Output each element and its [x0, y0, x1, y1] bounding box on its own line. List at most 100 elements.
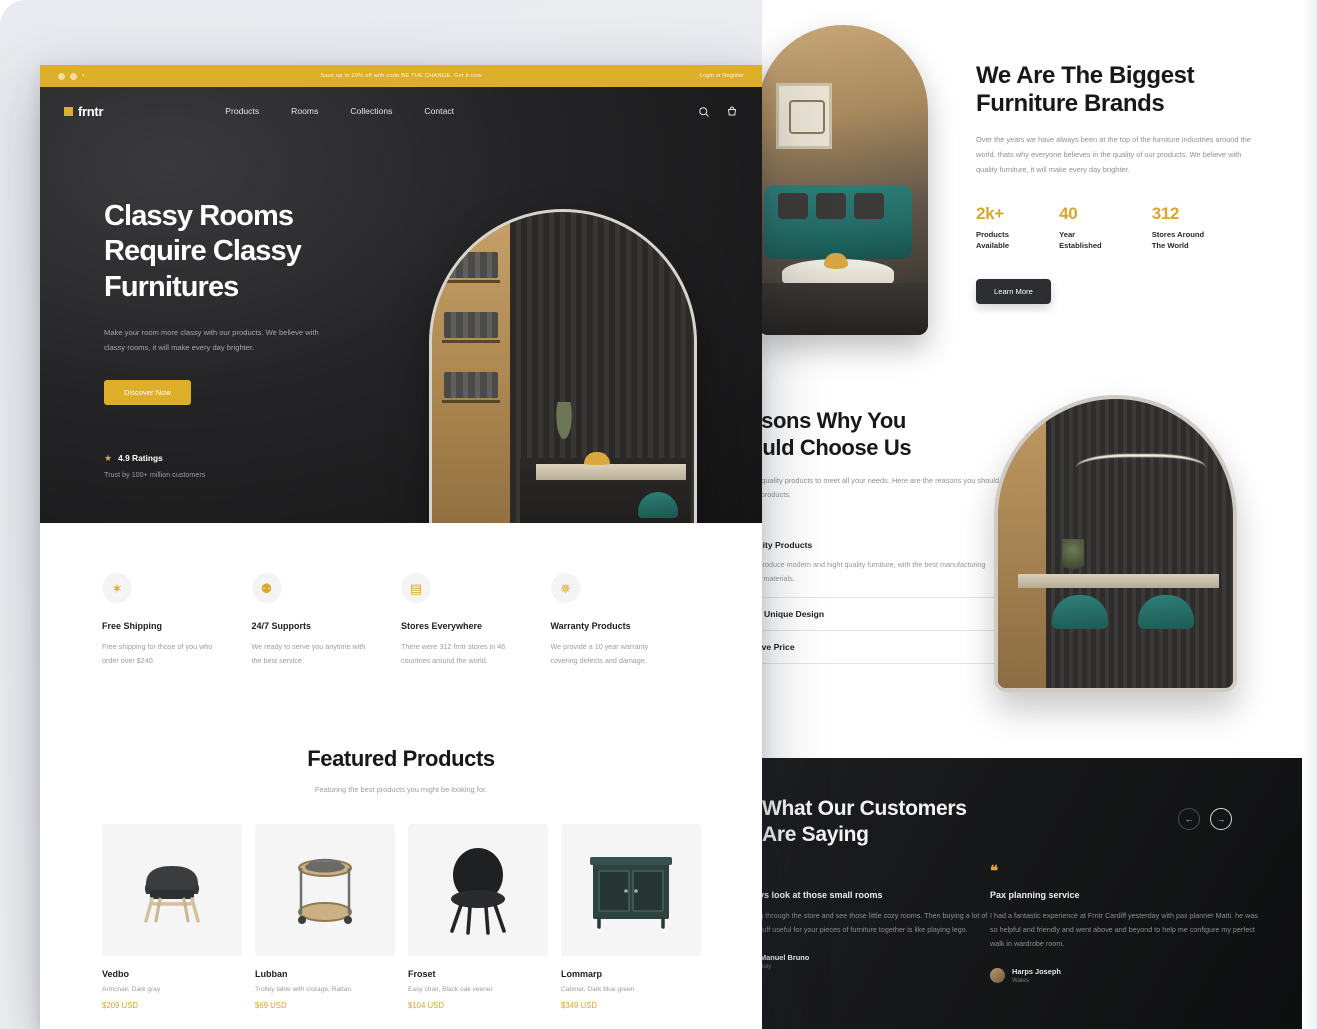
product-name: Lubban: [255, 969, 288, 980]
hero-arch-photo: [429, 209, 697, 523]
hero-heading: Classy Rooms Require Classy Furnitures: [104, 199, 404, 305]
rating-subtext: Trust by 100+ million customers: [104, 470, 206, 479]
jar-row-icon: [444, 252, 498, 278]
cabinet-icon: [590, 857, 672, 929]
back-brands-title: We Are The Biggest Furniture Brands: [976, 62, 1256, 117]
wood-cabinet-illustration: [998, 399, 1046, 688]
carousel-prev-button[interactable]: ←: [1178, 808, 1200, 830]
product-desc: Armchair, Dark gray: [102, 986, 161, 994]
feature-title: Stores Everywhere: [401, 621, 483, 631]
quote-icon: ❝: [990, 863, 998, 880]
feature-desc: There were 312 frntr stores in 46 countr…: [401, 642, 506, 666]
author-location: Italy: [762, 963, 772, 971]
carousel-controls: ← →: [1178, 808, 1232, 830]
shelf-icon: [442, 400, 500, 403]
stat-label: Products Available: [976, 229, 1009, 252]
product-card[interactable]: Vedbo Armchair, Dark gray $209 USD: [102, 824, 242, 1010]
carousel-next-button[interactable]: →: [1210, 808, 1232, 830]
nav-menu: Products Rooms Collections Contact: [225, 106, 454, 116]
stat-item: 312 Stores Around The World: [1152, 204, 1204, 252]
hero-heading-line3: Furnitures: [104, 270, 239, 303]
nav-item-contact[interactable]: Contact: [424, 106, 454, 116]
back-choose-subtitle: We provide quality products to meet all …: [762, 475, 1000, 500]
avatar: [990, 968, 1005, 984]
nav-item-products[interactable]: Products: [225, 106, 259, 116]
announcement-message: Save up to 20% off with code BE THE CHAN…: [320, 73, 482, 79]
wood-shelving-illustration: [432, 212, 510, 523]
product-name: Lommarp: [561, 969, 603, 980]
logo[interactable]: frntr: [64, 104, 104, 119]
hero-copy: Classy Rooms Require Classy Furnitures M…: [104, 199, 404, 405]
testimonial-author: Harps Joseph Wales: [990, 967, 1258, 984]
rating-value: 4.9 Ratings: [118, 453, 163, 463]
accordion-header[interactable]: Modern & Unique Design +: [762, 608, 1012, 619]
feature-item: ⚉ 24/7 Supports We ready to serve you an…: [251, 573, 402, 668]
learn-more-button[interactable]: Learn More: [976, 279, 1051, 305]
features-row: ✶ Free Shipping Free shipping for those …: [40, 523, 762, 668]
floor-illustration: [762, 283, 928, 335]
hero-heading-line2: Require Classy: [104, 235, 302, 268]
logo-mark-icon: [64, 106, 73, 116]
hero-subtext: Make your room more classy with our prod…: [104, 328, 319, 353]
page-edge-strip: [1303, 0, 1317, 1029]
back-screenshot-panel: We Are The Biggest Furniture Brands Over…: [762, 0, 1302, 1029]
login-register-link[interactable]: Login or Register: [700, 73, 744, 79]
nav-item-rooms[interactable]: Rooms: [291, 106, 318, 116]
accordion-answer: We always produce modern and hight quali…: [762, 560, 986, 584]
product-grid: Vedbo Armchair, Dark gray $209 USD Lubba…: [40, 794, 762, 1010]
feature-title: 24/7 Supports: [251, 621, 312, 631]
product-name: Vedbo: [102, 969, 130, 980]
neon-light-icon: [1076, 454, 1206, 488]
discover-now-button[interactable]: Discover Now: [104, 379, 191, 405]
jar-row-icon: [444, 372, 498, 398]
stat-label-line1: Products: [976, 229, 1009, 239]
dining-table-illustration: [536, 464, 686, 480]
back-choose-title-line2: Should Choose Us: [762, 434, 912, 460]
accordion-question: High Quality Products: [762, 539, 813, 550]
back-kitchen-arch-photo: [994, 395, 1237, 692]
product-desc: Trolley table with storage, Rattan: [255, 986, 352, 994]
testimonials-title-line2: Are Saying: [762, 822, 869, 846]
accordion-item[interactable]: High Quality Products − We always produc…: [762, 529, 1012, 599]
accordion-header[interactable]: High Quality Products −: [762, 539, 1012, 550]
product-card[interactable]: Lommarp Cabinet, Dark blue green $349 US…: [561, 824, 701, 1010]
featured-products-subtitle: Featuring the best products you might be…: [314, 785, 488, 795]
author-name: Manuel Bruno: [762, 953, 810, 963]
store-icon: ▤: [401, 573, 431, 603]
pillow-icon: [816, 193, 846, 219]
product-card[interactable]: Lubban Trolley table with storage, Ratta…: [255, 824, 395, 1010]
wall-art-frame: [776, 83, 832, 149]
product-price: $104 USD: [408, 1001, 444, 1011]
stat-value: 2k+: [976, 203, 1004, 223]
testimonial-title: Pax planning service: [990, 890, 1080, 900]
hero-heading-line1: Classy Rooms: [104, 200, 294, 232]
award-badge-icon: ✵: [550, 573, 581, 603]
product-card[interactable]: Froset Easy chair, Black oak veener $104…: [408, 824, 548, 1010]
search-icon[interactable]: [698, 105, 710, 117]
back-brands-copy: We Are The Biggest Furniture Brands Over…: [976, 62, 1256, 305]
back-brands-stats: 2k+ Products Available 40 Year Establish…: [976, 204, 1256, 252]
cart-icon[interactable]: [726, 105, 738, 117]
stat-label-line2: The World: [1151, 241, 1189, 251]
testimonial-card: ❝ Pax planning service I had a fantastic…: [990, 863, 1258, 984]
easy-chair-icon: [450, 848, 506, 935]
stat-label-line1: Stores Around: [1151, 229, 1205, 239]
product-desc: Cabinet, Dark blue green: [561, 986, 635, 994]
accordion-item[interactable]: Competitive Price +: [762, 631, 1012, 665]
pillow-icon: [854, 193, 884, 219]
product-desc: Easy chair, Black oak veener: [408, 986, 493, 994]
hero-rating: ★ 4.9 Ratings Trust by 100+ million cust…: [104, 453, 205, 479]
product-image: [102, 824, 242, 957]
stat-label: Stores Around The World: [1152, 229, 1204, 252]
main-navigation: frntr Products Rooms Collections Contact: [40, 87, 762, 135]
feature-item: ✶ Free Shipping Free shipping for those …: [102, 573, 252, 668]
hero-section: frntr Products Rooms Collections Contact: [40, 87, 762, 523]
accordion-item[interactable]: Modern & Unique Design +: [762, 598, 1012, 632]
front-screenshot-panel: ▾ Save up to 20% off with code BE THE CH…: [40, 65, 762, 1029]
accordion-header[interactable]: Competitive Price +: [762, 641, 1012, 652]
featured-products-header: Featured Products Featuring the best pro…: [40, 746, 762, 794]
rating-row: ★ 4.9 Ratings: [104, 453, 205, 463]
feature-desc: Free shipping for those of you who order…: [102, 642, 213, 666]
nav-item-collections[interactable]: Collections: [350, 106, 392, 116]
armchair-icon: [144, 866, 200, 923]
